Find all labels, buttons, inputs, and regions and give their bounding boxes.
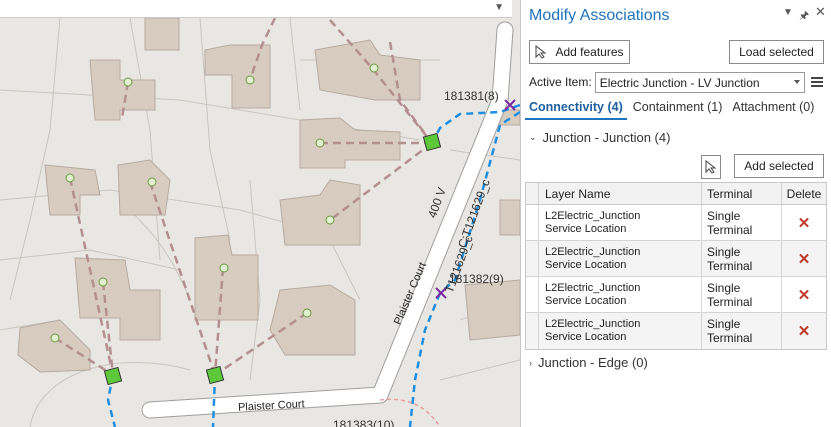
feature-id-label: 181381(8) (444, 89, 499, 103)
row-selector[interactable] (526, 205, 539, 240)
active-item-label: Active Item: (529, 75, 592, 89)
row-layer-subtype: Service Location (545, 258, 627, 271)
section-title: Junction - Junction (4) (542, 130, 671, 145)
row-layer-subtype: Service Location (545, 222, 627, 235)
row-selector[interactable] (526, 313, 539, 349)
table-row[interactable]: L2Electric_Junction Service Location Sin… (526, 241, 826, 277)
row-selector[interactable] (526, 241, 539, 276)
pane-title: Modify Associations (529, 7, 670, 24)
active-item-value: Electric Junction - LV Junction (599, 75, 760, 90)
row-terminal[interactable]: Single Terminal (702, 205, 782, 240)
delete-icon[interactable]: ✕ (798, 322, 811, 340)
add-selected-button[interactable]: Add selected (734, 154, 824, 178)
select-arrow-icon (705, 160, 717, 174)
row-layer-name: L2Electric_Junction (545, 209, 641, 222)
pane-header: Modify Associations ▼ 🖈 ✕ (521, 0, 831, 30)
feature-id-label: 181383(10) (333, 418, 395, 427)
section-title: Junction - Edge (0) (538, 355, 648, 370)
pin-icon[interactable]: 🖈 (799, 7, 809, 26)
row-terminal[interactable]: Single Terminal (702, 241, 782, 276)
active-item-row: Active Item: Electric Junction - LV Junc… (529, 71, 829, 93)
row-terminal[interactable]: Single Terminal (702, 313, 782, 349)
row-terminal[interactable]: Single Terminal (702, 277, 782, 312)
load-selected-label: Load selected (739, 45, 814, 59)
tab-containment[interactable]: Containment (1) (629, 98, 727, 120)
map-canvas (0, 17, 520, 427)
row-layer-name: L2Electric_Junction (545, 318, 641, 330)
column-terminal[interactable]: Terminal (702, 183, 782, 204)
load-selected-button[interactable]: Load selected (729, 40, 824, 64)
delete-icon[interactable]: ✕ (798, 214, 811, 232)
add-features-label: Add features (555, 45, 624, 59)
row-layer-name: L2Electric_Junction (545, 281, 641, 294)
delete-icon[interactable]: ✕ (798, 250, 811, 268)
table-row[interactable]: L2Electric_Junction Service Location Sin… (526, 277, 826, 313)
caret-down-icon (793, 79, 800, 84)
active-item-dropdown[interactable]: Electric Junction - LV Junction (594, 71, 805, 93)
column-delete[interactable]: Delete (782, 183, 826, 204)
column-layer-name[interactable]: Layer Name (539, 183, 702, 204)
map-header-bar: ▼ (0, 0, 512, 18)
row-layer-subtype: Service Location (545, 294, 627, 307)
pane-menu-chevron-icon[interactable]: ▼ (783, 7, 793, 18)
row-selector[interactable] (526, 277, 539, 312)
select-tool-button[interactable] (701, 155, 721, 179)
tab-connectivity[interactable]: Connectivity (4) (525, 98, 627, 120)
table-row[interactable]: L2Electric_Junction Service Location Sin… (526, 205, 826, 241)
add-selected-label: Add selected (744, 159, 814, 173)
table-header: Layer Name Terminal Delete (526, 183, 826, 205)
close-icon[interactable]: ✕ (815, 4, 826, 20)
map-view[interactable]: ▼ 181381(8) 181382(9) 181383(10) 400 V C… (0, 0, 520, 427)
chevron-down-icon: ⌄ (529, 132, 537, 142)
section-junction-junction[interactable]: ⌄ Junction - Junction (4) (529, 130, 670, 145)
associations-table: Layer Name Terminal Delete L2Electric_Ju… (525, 182, 827, 350)
chevron-down-icon[interactable]: ▼ (494, 2, 504, 13)
row-layer-subtype: Service Location (545, 331, 627, 343)
section-junction-edge[interactable]: › Junction - Edge (0) (529, 355, 648, 370)
add-features-button[interactable]: Add features (529, 40, 630, 64)
modify-associations-pane: Modify Associations ▼ 🖈 ✕ Add features L… (520, 0, 831, 427)
select-arrow-icon (535, 45, 547, 59)
association-tabs: Connectivity (4) Containment (1) Attachm… (525, 98, 829, 120)
hamburger-menu-icon[interactable] (810, 77, 823, 87)
table-row[interactable]: L2Electric_Junction Service Location Sin… (526, 313, 826, 349)
tab-attachment[interactable]: Attachment (0) (728, 98, 818, 120)
chevron-right-icon: › (529, 357, 532, 368)
delete-icon[interactable]: ✕ (798, 286, 811, 304)
row-layer-name: L2Electric_Junction (545, 245, 641, 258)
